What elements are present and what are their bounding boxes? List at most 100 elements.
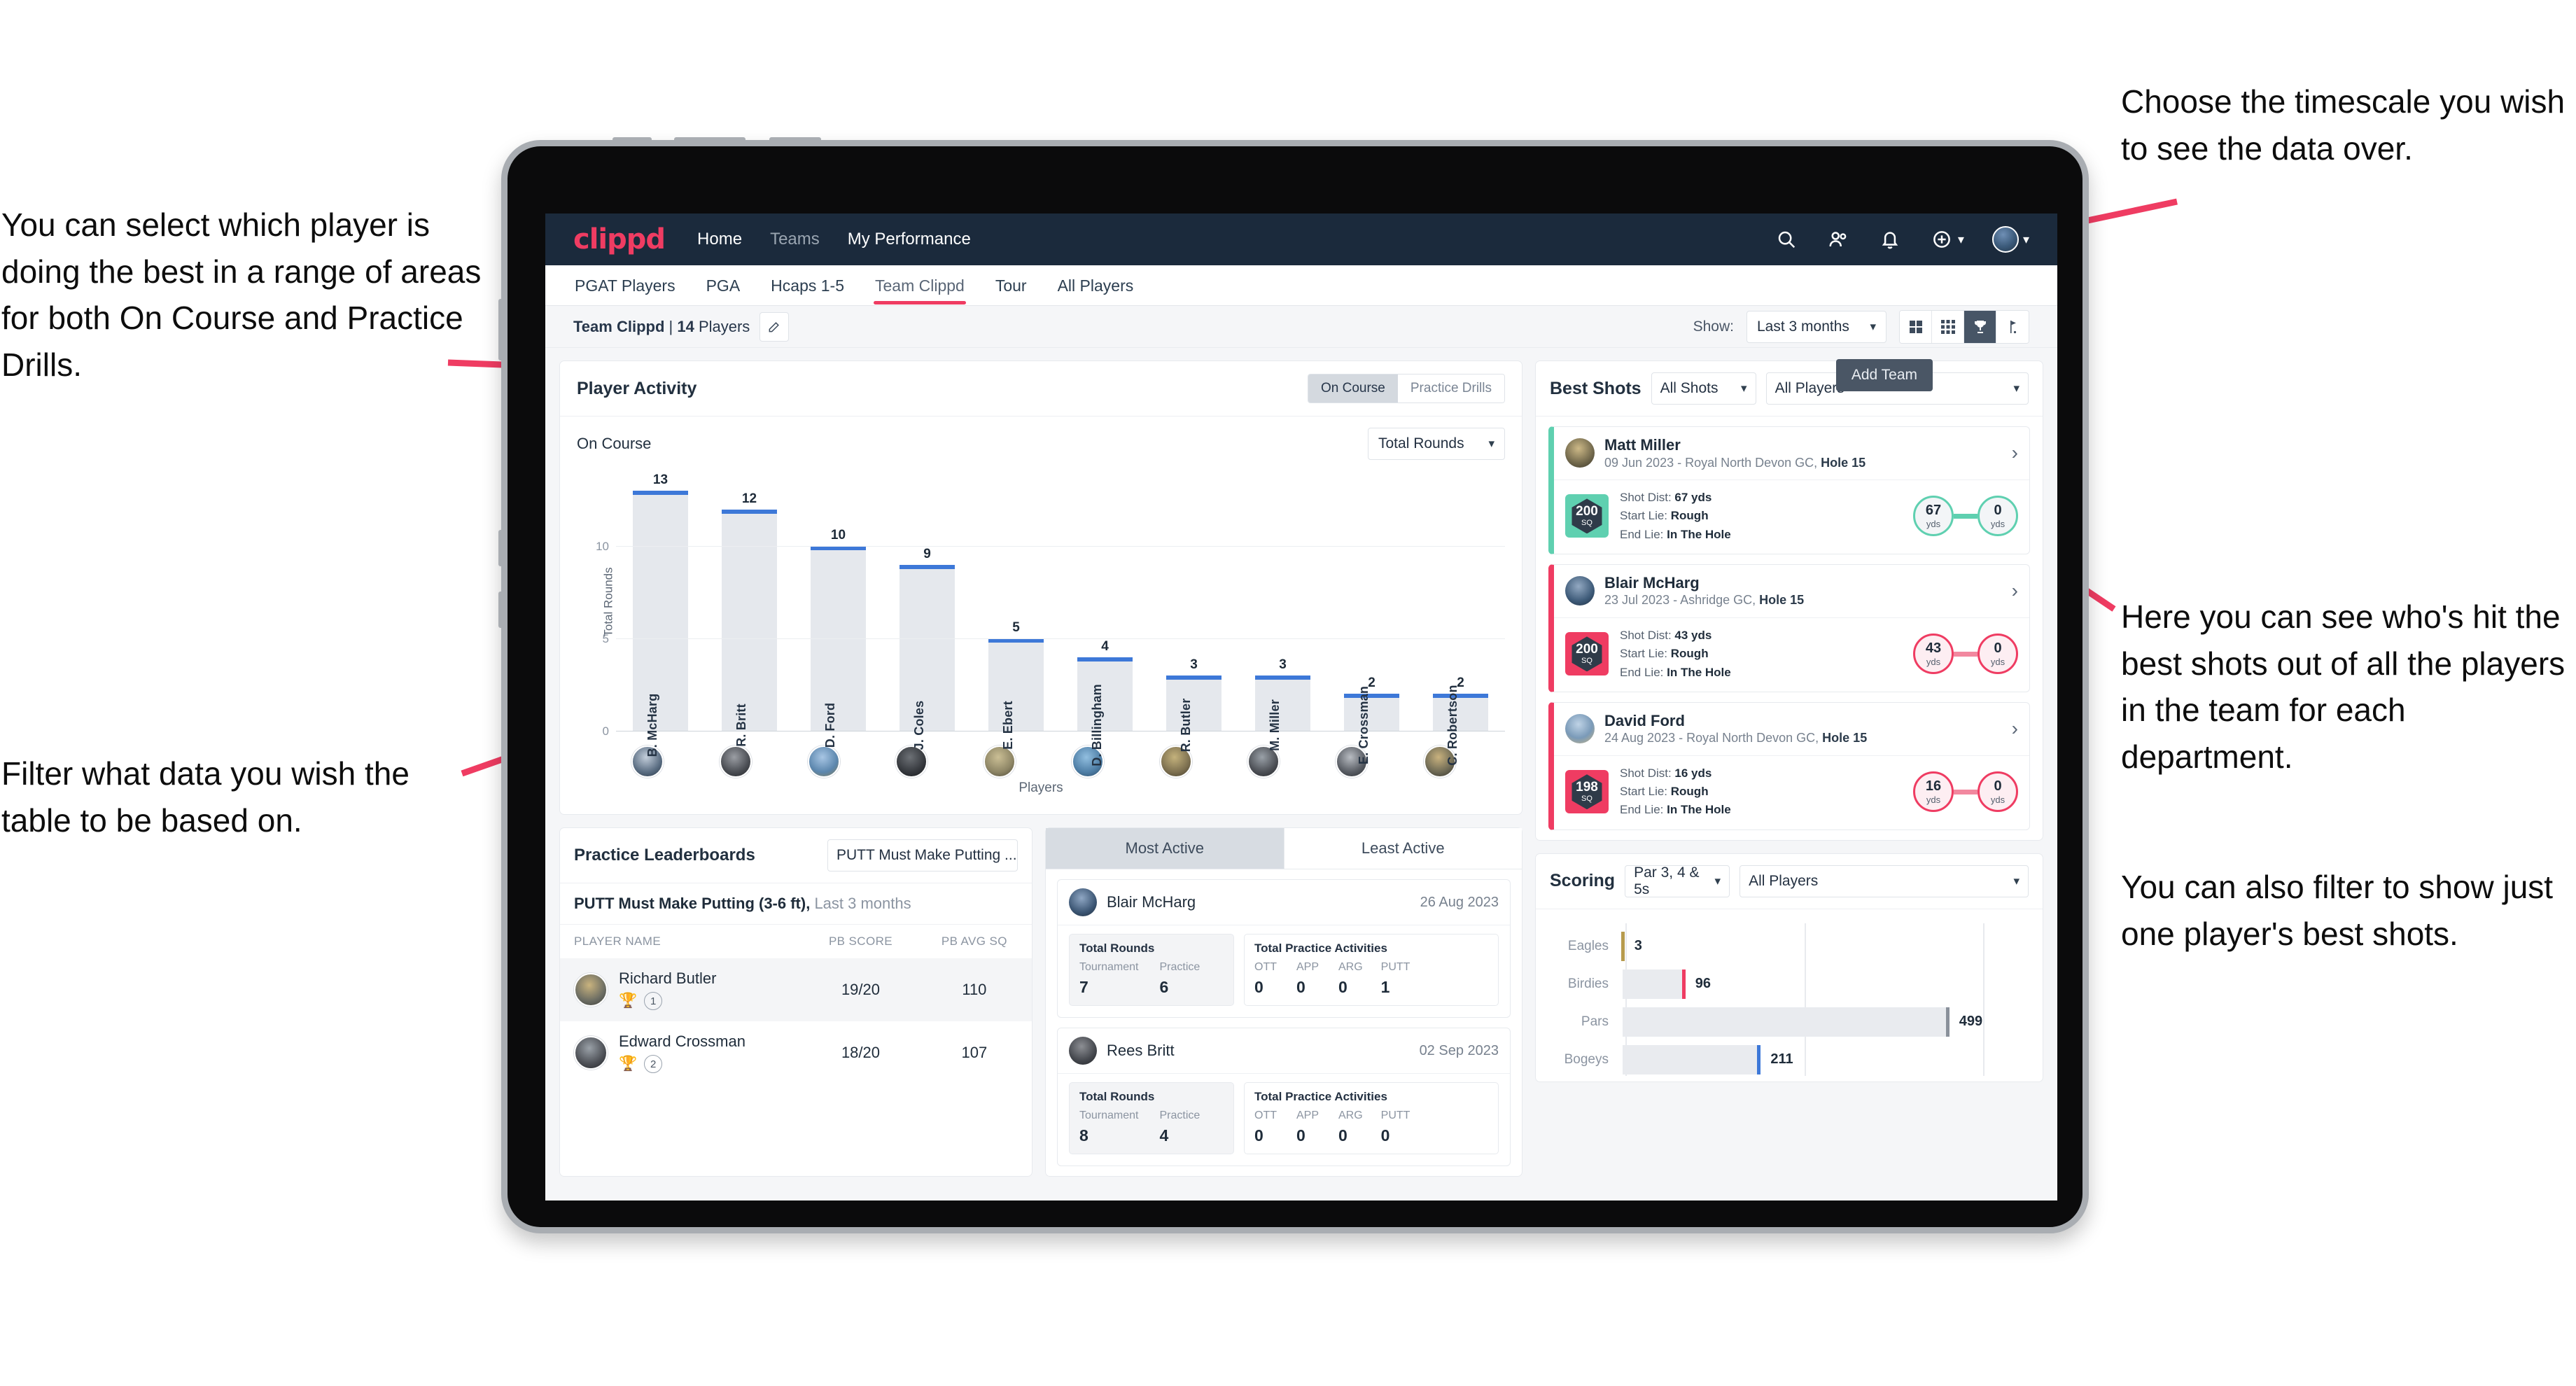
bar-column[interactable]: 4 D. Billingham [1060,472,1149,766]
bar-column[interactable]: 3 M. Miller [1238,472,1327,751]
table-row[interactable]: Edward Crossman 🏆 2 18/20 107 [560,1021,1032,1084]
activity-card[interactable]: Blair McHarg 26 Aug 2023 Total Rounds To… [1057,879,1511,1018]
chevron-down-icon: ▾ [1870,319,1876,333]
metric-select[interactable]: Total Rounds ▾ [1368,428,1505,460]
chevron-right-icon[interactable]: › [2012,581,2018,601]
people-icon[interactable] [1826,227,1850,251]
bar-column[interactable]: 5 E. Ebert [972,472,1060,750]
bar[interactable]: E. Ebert [988,638,1044,750]
distance-connector [1954,789,1977,794]
best-shot-card[interactable]: David Ford 24 Aug 2023 - Royal North Devo… [1548,701,2030,830]
bar-column[interactable]: 9 J. Coles [883,472,972,750]
tab-most-active[interactable]: Most Active [1046,828,1284,869]
tab-hcaps-1-5[interactable]: Hcaps 1-5 [769,267,846,304]
tab-team-clippd[interactable]: Team Clippd [874,267,966,304]
bar-value-label: 12 [741,491,757,506]
bar[interactable]: M. Miller [1255,675,1310,751]
activity-card[interactable]: Rees Britt 02 Sep 2023 Total Rounds Tour… [1057,1028,1511,1166]
bar-value-label: 9 [923,546,931,561]
bar[interactable]: J. Coles [899,564,955,750]
avatar[interactable] [895,746,928,778]
search-icon[interactable] [1774,227,1798,251]
bar[interactable]: C. Robertson [1433,685,1488,766]
bar-column[interactable]: 2 C. Robertson [1416,472,1505,766]
bar[interactable]: D. Billingham [1077,657,1133,766]
scoring-category-label: Pars [1581,1014,1609,1029]
avatar[interactable] [1991,226,2019,253]
shot-type-select[interactable]: All Shots ▾ [1651,372,1756,405]
device-button [498,299,505,360]
shot-dist-value: 16 yds [1674,766,1712,780]
timescale-select[interactable]: Last 3 months ▾ [1746,310,1886,343]
drill-name: PUTT Must Make Putting (3-6 ft), [574,895,811,912]
trophy-icon[interactable] [1964,310,1996,343]
clippd-logo[interactable]: clippd [573,223,666,255]
bar-column[interactable]: 13 B. McHarg [616,472,705,757]
shot-type-value: All Shots [1660,380,1718,396]
segment-practice-drills[interactable]: Practice Drills [1397,374,1504,402]
edit-team-button[interactable] [760,312,790,342]
par-filter-select[interactable]: Par 3, 4 & 5s ▾ [1625,864,1730,897]
bar[interactable]: R. Butler [1166,675,1222,752]
tab-least-active[interactable]: Least Active [1284,828,1522,869]
scoring-bar-row[interactable]: Pars 499 [1550,1003,2029,1041]
profile-menu[interactable]: ▾ [1991,226,2029,253]
golf-flag-icon[interactable] [1996,310,2029,343]
segment-on-course[interactable]: On Course [1308,374,1398,402]
end-distance-circle: 0 yds [1977,771,2018,813]
scoring-bar-row[interactable]: Eagles 3 [1550,927,2029,965]
end-distance-unit: yds [1990,519,2005,530]
end-lie-value: In The Hole [1667,665,1731,679]
add-menu[interactable]: ▾ [1930,227,1964,251]
drill-select[interactable]: PUTT Must Make Putting ... ▾ [827,839,1018,872]
scoring-bar-row[interactable]: Bogeys 211 [1550,1041,2029,1079]
scoring-bar-row[interactable]: Birdies 96 [1550,965,2029,1003]
scoring-bar-track: 211 [1623,1041,2029,1079]
total-rounds-box: Total Rounds Tournament 8 Practice 4 [1069,1082,1234,1154]
bar-column[interactable]: 10 D. Ford [794,472,883,748]
app-stat: APP 0 [1296,1110,1320,1145]
stat-label: OTT [1254,1110,1277,1121]
grid-9-icon[interactable] [1932,310,1964,343]
bar[interactable]: E. Crossman [1344,686,1399,764]
volume-down-button [498,592,505,628]
end-distance-circle: 0 yds [1977,496,2018,537]
trophy-icon: 🏆 [619,993,638,1009]
bar-category-label: E. Ebert [1001,701,1016,750]
stat-label: OTT [1254,961,1277,973]
nav-link-teams[interactable]: Teams [770,230,820,249]
bell-icon[interactable] [1878,227,1902,251]
player-activity-title: Player Activity [577,378,697,398]
best-shot-card[interactable]: Matt Miller 09 Jun 2023 - Royal North Dev… [1548,426,2030,554]
plus-circle-icon[interactable] [1930,227,1954,251]
best-shot-card[interactable]: Blair McHarg 23 Jul 2023 - Ashridge GC, H… [1548,564,2030,692]
avatar[interactable] [983,746,1016,778]
bar[interactable]: R. Britt [722,509,777,747]
pb-avg-sq-cell: 107 [961,1044,988,1061]
shot-dist-line: Shot Dist: 67 yds [1620,489,1731,507]
avatar [574,973,608,1007]
start-lie-value: Rough [1670,785,1709,799]
bar-column[interactable]: 12 R. Britt [705,472,794,747]
tab-tour[interactable]: Tour [994,267,1028,304]
chevron-right-icon[interactable]: › [2012,719,2018,738]
bar-column[interactable]: 2 E. Crossman [1327,472,1416,764]
tab-pgat-players[interactable]: PGAT Players [573,267,677,304]
scoring-category-label: Eagles [1567,938,1609,953]
bar[interactable]: B. McHarg [633,491,688,757]
scoring-title: Scoring [1550,871,1616,891]
nav-link-home[interactable]: Home [697,230,742,249]
bar-column[interactable]: 3 R. Butler [1149,472,1238,752]
grid-4-icon[interactable] [1900,310,1932,343]
team-activity-card: Most Active Least Active Blair McHarg 26… [1045,827,1522,1177]
table-row[interactable]: Richard Butler 🏆 1 19/20 110 [560,958,1032,1021]
bar-value-label: 10 [830,528,846,543]
scoring-player-select[interactable]: All Players ▾ [1740,864,2029,897]
chevron-right-icon[interactable]: › [2012,443,2018,463]
nav-link-my-performance[interactable]: My Performance [848,230,971,249]
avatar[interactable] [807,746,840,778]
tab-pga[interactable]: PGA [705,267,742,304]
avatar[interactable] [719,746,752,778]
tab-all-players[interactable]: All Players [1056,267,1135,304]
end-lie-line: End Lie: In The Hole [1620,801,1731,819]
